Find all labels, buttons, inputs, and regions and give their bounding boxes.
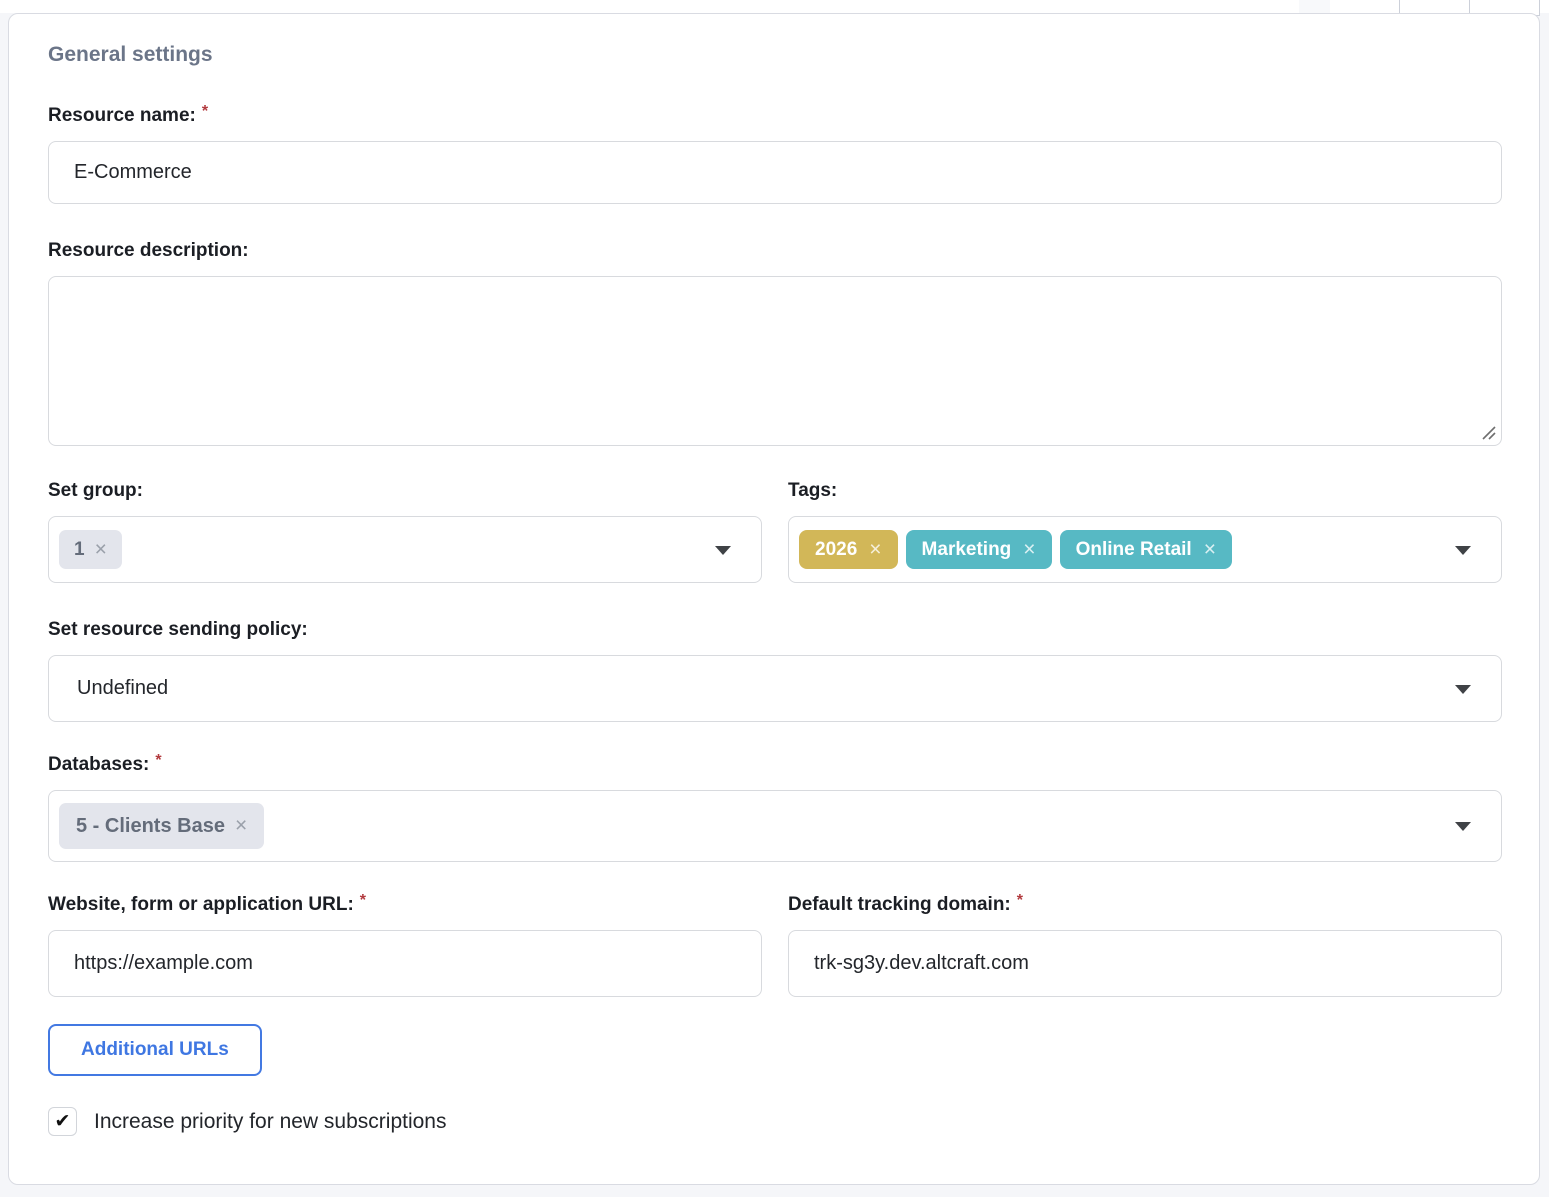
panel-title: General settings — [48, 41, 1502, 69]
general-settings-panel: General settings Resource name: * Resour… — [8, 13, 1540, 1185]
sending-policy-select[interactable]: Undefined — [48, 655, 1502, 722]
priority-checkbox[interactable]: ✔ — [48, 1107, 77, 1136]
databases-label: Databases: — [48, 752, 149, 778]
sending-policy-field: Set resource sending policy: Undefined — [48, 617, 1502, 722]
tags-select[interactable]: 2026 × Marketing × Online Retail × — [788, 516, 1502, 583]
required-asterisk: * — [1017, 892, 1023, 910]
tags-field: Tags: 2026 × Marketing × Online Retail × — [788, 478, 1502, 583]
urls-row: Website, form or application URL: * Defa… — [48, 892, 1502, 997]
priority-checkbox-label: Increase priority for new subscriptions — [94, 1110, 446, 1134]
required-asterisk: * — [202, 103, 208, 121]
tracking-domain-input[interactable] — [788, 930, 1502, 997]
tag-chip[interactable]: 2026 × — [799, 530, 898, 569]
group-chip-text: 1 — [74, 539, 85, 561]
remove-icon[interactable]: × — [95, 538, 107, 562]
tag-chip-text: 2026 — [815, 539, 857, 561]
caret-down-icon — [1455, 685, 1471, 694]
database-chip-text: 5 - Clients Base — [76, 815, 225, 838]
tag-chip-text: Marketing — [922, 539, 1012, 561]
remove-icon[interactable]: × — [1204, 538, 1216, 562]
set-group-label: Set group: — [48, 478, 143, 504]
additional-urls-button[interactable]: Additional URLs — [48, 1024, 262, 1076]
group-chip[interactable]: 1 × — [59, 530, 122, 569]
toolbar-button-partial[interactable] — [1299, 0, 1330, 14]
website-url-field: Website, form or application URL: * — [48, 892, 762, 997]
set-group-select[interactable]: 1 × — [48, 516, 762, 583]
databases-field: Databases: * 5 - Clients Base × — [48, 752, 1502, 862]
tag-chip-text: Online Retail — [1076, 539, 1192, 561]
sending-policy-label: Set resource sending policy: — [48, 617, 308, 643]
website-url-input[interactable] — [48, 930, 762, 997]
tracking-domain-field: Default tracking domain: * — [788, 892, 1502, 997]
priority-checkbox-row[interactable]: ✔ Increase priority for new subscription… — [48, 1107, 1502, 1136]
resource-description-field: Resource description: — [48, 238, 1502, 446]
caret-down-icon — [1455, 546, 1471, 555]
resource-name-label: Resource name: — [48, 103, 196, 129]
database-chip[interactable]: 5 - Clients Base × — [59, 803, 264, 849]
sending-policy-value: Undefined — [59, 677, 168, 700]
remove-icon[interactable]: × — [869, 538, 881, 562]
caret-down-icon — [715, 546, 731, 555]
resource-description-textarea[interactable] — [48, 276, 1502, 446]
group-tags-row: Set group: 1 × Tags: 2026 × Marketin — [48, 478, 1502, 583]
website-url-label: Website, form or application URL: — [48, 892, 354, 918]
set-group-field: Set group: 1 × — [48, 478, 762, 583]
check-icon: ✔ — [55, 1112, 71, 1131]
tag-chip[interactable]: Online Retail × — [1060, 530, 1232, 569]
databases-select[interactable]: 5 - Clients Base × — [48, 790, 1502, 862]
tags-label: Tags: — [788, 478, 837, 504]
remove-icon[interactable]: × — [235, 814, 247, 838]
resource-name-input[interactable] — [48, 141, 1502, 204]
resource-description-label: Resource description: — [48, 238, 249, 264]
tag-chip[interactable]: Marketing × — [906, 530, 1052, 569]
resource-name-field: Resource name: * — [48, 103, 1502, 204]
caret-down-icon — [1455, 822, 1471, 831]
required-asterisk: * — [360, 892, 366, 910]
remove-icon[interactable]: × — [1023, 538, 1035, 562]
required-asterisk: * — [155, 752, 161, 770]
tracking-domain-label: Default tracking domain: — [788, 892, 1011, 918]
